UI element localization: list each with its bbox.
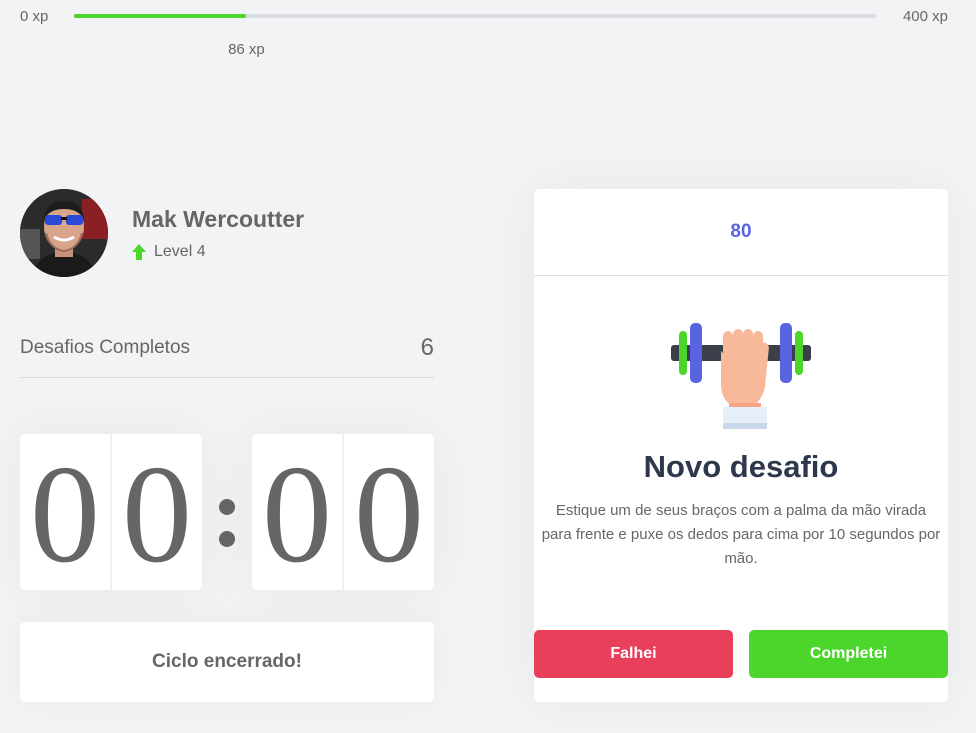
challenge-card: 80 Novo desafio Estique um de seus braço… [534, 189, 948, 702]
challenge-amount: 80 [534, 189, 948, 276]
xp-track: 86 xp [74, 14, 876, 58]
completed-challenges-label: Desafios Completos [20, 337, 191, 358]
minute-digit-right: 0 [111, 434, 202, 590]
cycle-finished-button[interactable]: Ciclo encerrado! [20, 622, 434, 702]
countdown-separator [212, 491, 242, 551]
profile-name: Mak Wercoutter [132, 205, 305, 232]
countdown-seconds: 0 0 [252, 434, 434, 590]
avatar [20, 189, 108, 277]
xp-max-label: 400 xp [902, 8, 948, 25]
challenge-description: Estique um de seus braços com a palma da… [541, 502, 941, 567]
level-label: Level 4 [154, 242, 206, 260]
experience-bar: 0 xp 86 xp 400 xp [0, 0, 976, 58]
profile: Mak Wercoutter Level 4 [20, 189, 304, 277]
profile-info: Mak Wercoutter Level 4 [132, 206, 304, 261]
completed-button[interactable]: Completei [749, 630, 948, 678]
second-digit-left: 0 [252, 434, 343, 590]
xp-min-label: 0 xp [20, 8, 49, 25]
xp-progress-fill [74, 14, 247, 18]
completed-challenges-count: 6 [420, 334, 434, 361]
level-up-arrow-icon [132, 243, 146, 260]
failed-button[interactable]: Falhei [534, 630, 733, 678]
profile-level: Level 4 [132, 243, 304, 261]
xp-current-label: 86 xp [228, 41, 265, 58]
minute-digit-left: 0 [20, 434, 111, 590]
challenge-title: Novo desafio [643, 449, 839, 484]
countdown-minutes: 0 0 [20, 434, 202, 590]
dumbbell-hand-icon [671, 323, 811, 429]
challenge-body: Novo desafio Estique um de seus braços c… [534, 277, 948, 571]
second-digit-right: 0 [343, 434, 434, 590]
completed-challenges: Desafios Completos 6 [20, 334, 434, 378]
